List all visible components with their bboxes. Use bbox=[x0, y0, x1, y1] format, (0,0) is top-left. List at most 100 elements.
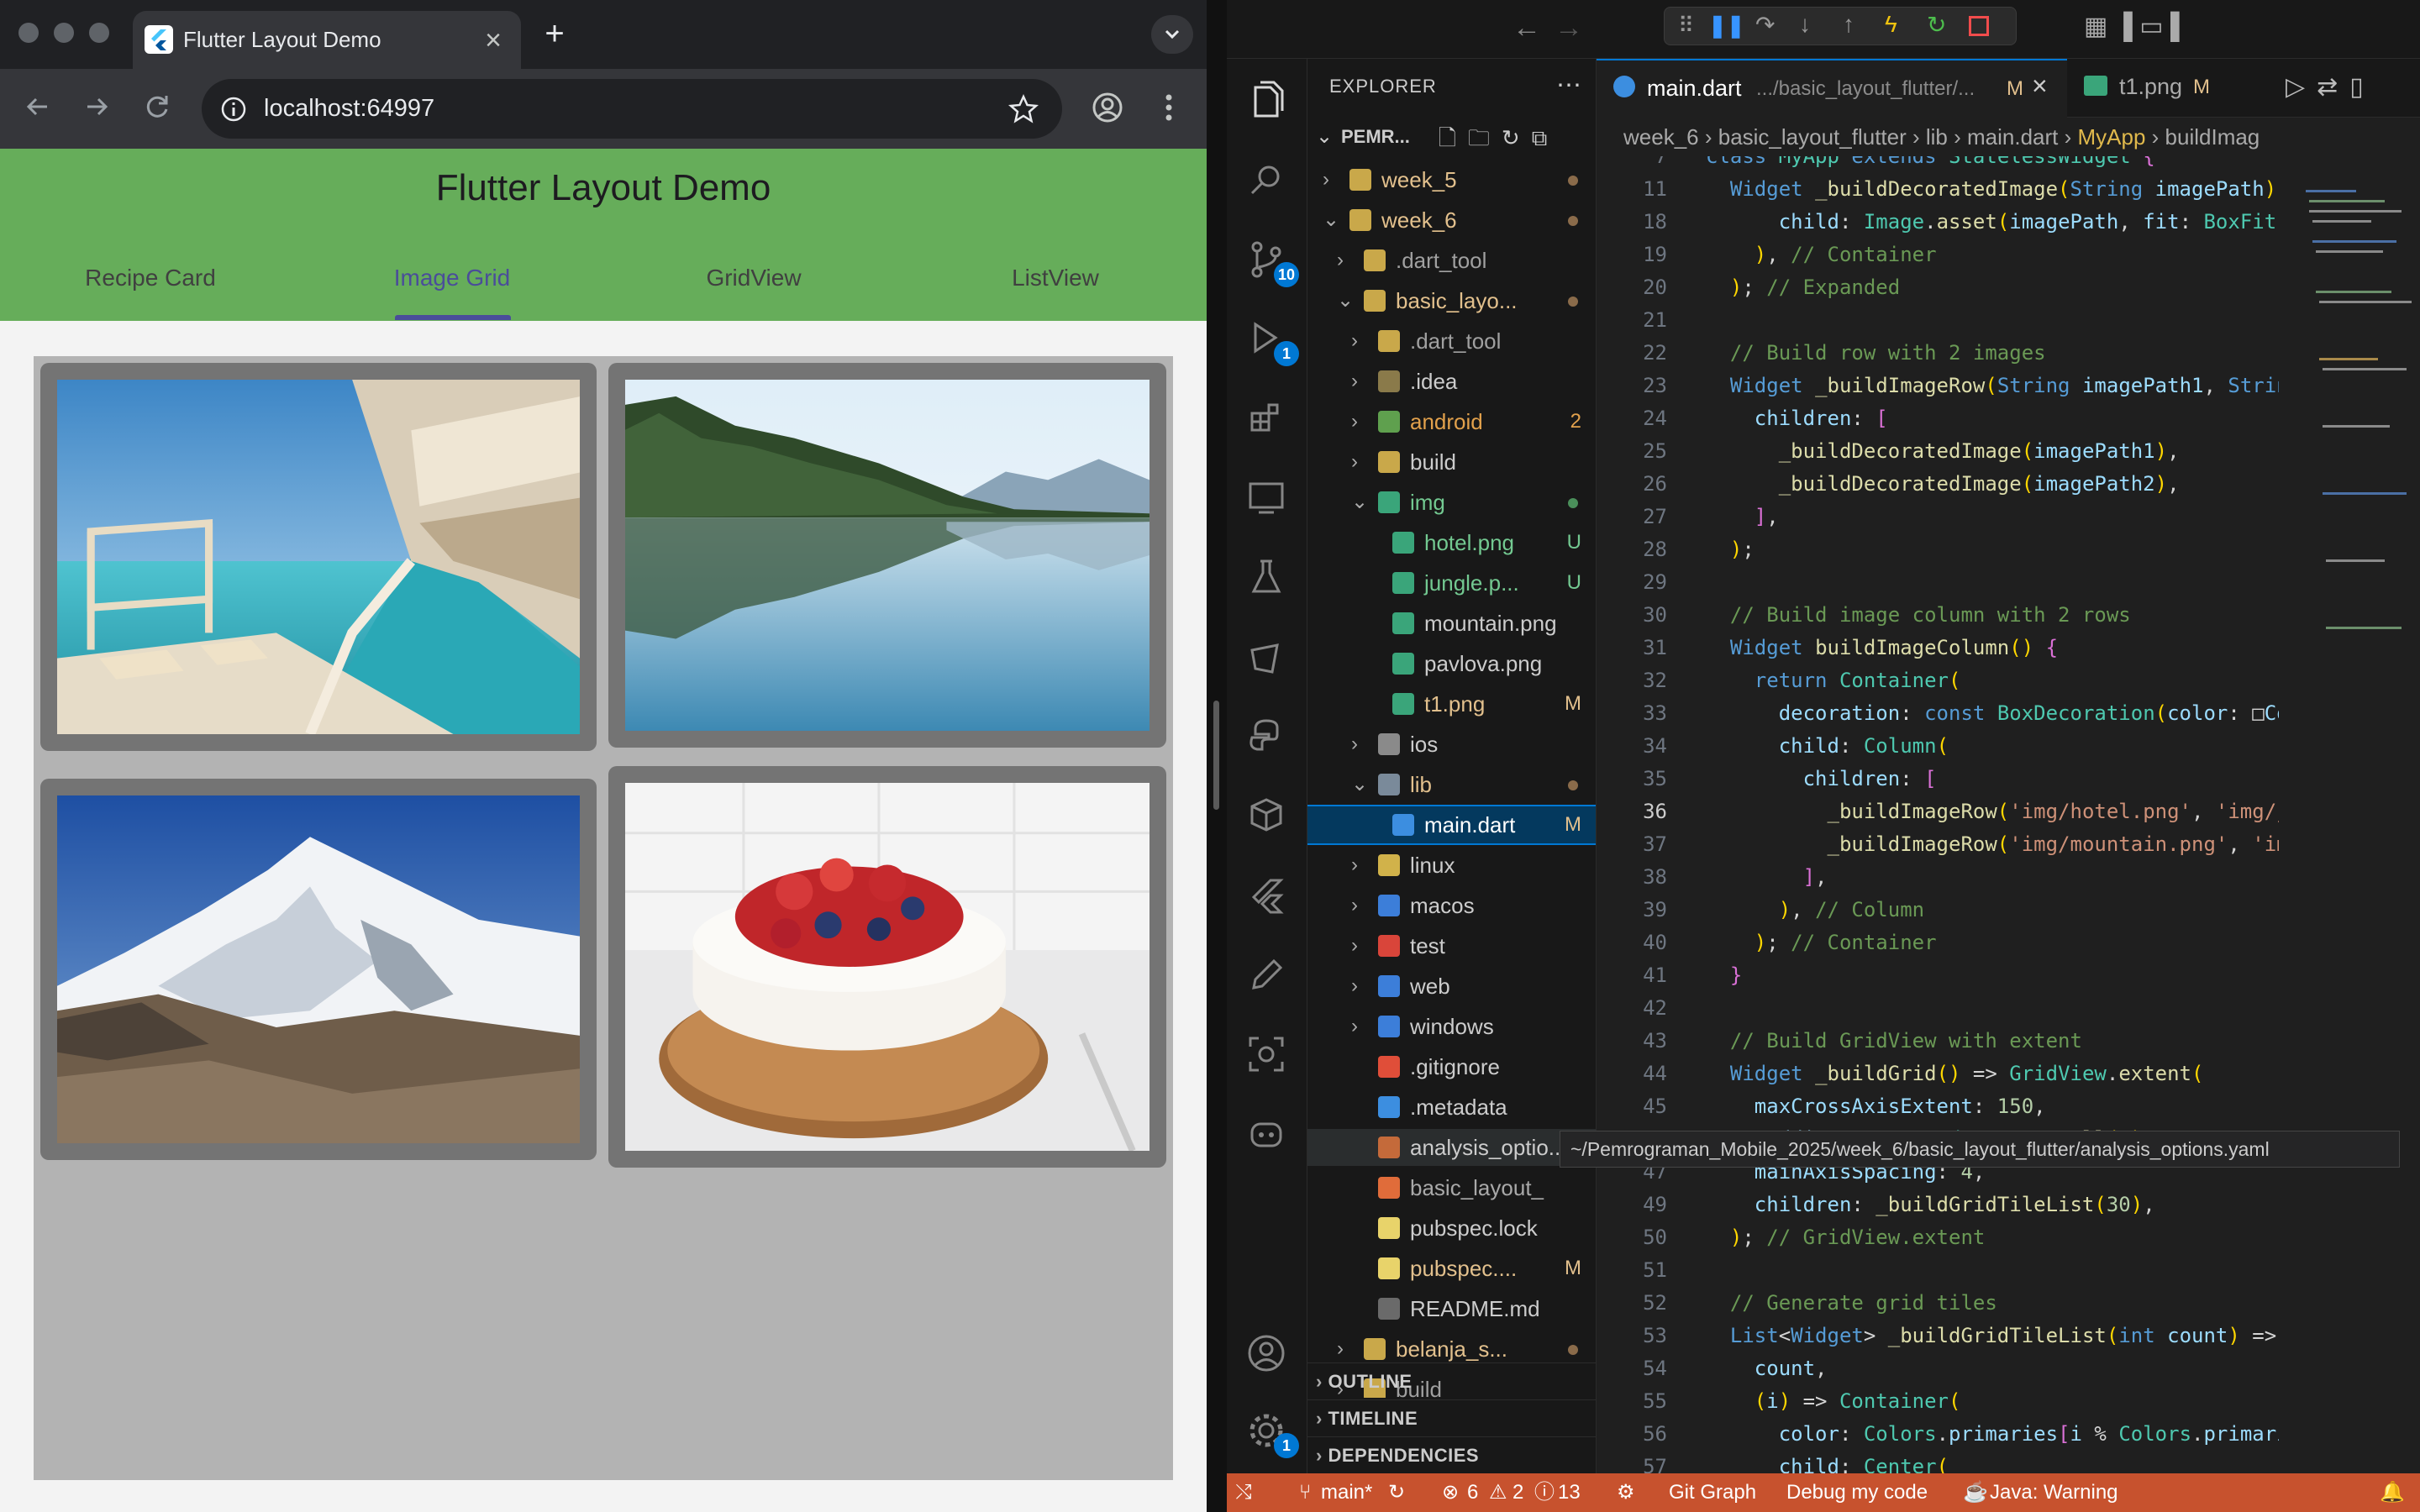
step-over-icon[interactable]: ↷ bbox=[1755, 11, 1775, 39]
chevron-right-icon[interactable]: › bbox=[1351, 927, 1371, 964]
error-count[interactable]: 6 bbox=[1467, 1473, 1478, 1512]
tree-item[interactable]: › macos bbox=[1307, 887, 1596, 924]
address-bar[interactable]: localhost:64997 bbox=[202, 79, 1062, 139]
tree-item[interactable]: basic_layout_ bbox=[1307, 1169, 1596, 1206]
code-line[interactable]: decoration: const BoxDecoration(color: □… bbox=[1706, 701, 2279, 725]
nav-back-icon[interactable]: ← bbox=[1512, 13, 1541, 42]
tab-image-grid[interactable]: Image Grid bbox=[302, 265, 602, 291]
browser-tab[interactable]: Flutter Layout Demo × bbox=[133, 11, 521, 69]
tab-listview[interactable]: ListView bbox=[905, 265, 1206, 291]
window-zoom-light[interactable] bbox=[89, 23, 109, 43]
chevron-right-icon[interactable]: › bbox=[1351, 968, 1371, 1005]
code-line[interactable]: child: Image.asset(imagePath, fit: BoxFi… bbox=[1706, 210, 2279, 234]
code-line[interactable]: color: Colors.primaries[i % Colors.prima… bbox=[1706, 1422, 2279, 1446]
code-line[interactable]: _buildDecoratedImage(imagePath1), bbox=[1706, 439, 2180, 463]
extensions-icon[interactable] bbox=[1244, 395, 1289, 440]
reload-icon[interactable] bbox=[134, 84, 180, 129]
more-actions-icon[interactable]: ⋯ bbox=[1556, 71, 1581, 100]
layout-icons[interactable]: ▦ ▐ ▭ ▌ bbox=[2084, 12, 2188, 41]
scan-icon[interactable] bbox=[1244, 1032, 1289, 1077]
chevron-down-icon[interactable]: ⌄ bbox=[1351, 766, 1371, 803]
bookmark-star-icon[interactable] bbox=[1007, 92, 1040, 126]
tab-recipe-card[interactable]: Recipe Card bbox=[0, 265, 301, 291]
tree-item[interactable]: › .dart_tool bbox=[1307, 242, 1596, 279]
tree-item[interactable]: › test bbox=[1307, 927, 1596, 964]
tree-item[interactable]: t1.png M bbox=[1307, 685, 1596, 722]
explorer-icon[interactable] bbox=[1244, 79, 1289, 124]
step-into-icon[interactable]: ↓ bbox=[1799, 11, 1811, 38]
forward-icon[interactable] bbox=[74, 84, 119, 129]
tree-item[interactable]: ⌄ img bbox=[1307, 484, 1596, 521]
chevron-down-icon[interactable]: ⌄ bbox=[1337, 282, 1357, 319]
copilot-icon[interactable] bbox=[1244, 1110, 1289, 1156]
tree-item[interactable]: › build bbox=[1307, 444, 1596, 480]
chevron-right-icon[interactable]: › bbox=[1323, 155, 1343, 158]
tree-item[interactable]: › ios bbox=[1307, 726, 1596, 763]
testing-icon[interactable] bbox=[1244, 554, 1289, 600]
code-line[interactable]: maxCrossAxisExtent: 150, bbox=[1706, 1095, 2046, 1118]
tree-item[interactable]: ⌄ basic_layo... bbox=[1307, 282, 1596, 319]
drag-handle-icon[interactable]: ⠿ bbox=[1678, 13, 1694, 39]
tree-item[interactable]: mountain.png bbox=[1307, 605, 1596, 642]
tab-search-button[interactable] bbox=[1151, 15, 1193, 54]
code-line[interactable]: // Generate grid tiles bbox=[1706, 1291, 1997, 1315]
crumb-week6[interactable]: week_6 bbox=[1623, 124, 1699, 150]
editor-tab-t1-png[interactable]: t1.png M bbox=[2067, 59, 2269, 118]
split-handle[interactable] bbox=[1213, 701, 1219, 810]
tree-item[interactable]: pubspec.... M bbox=[1307, 1250, 1596, 1287]
crumb-class[interactable]: MyApp bbox=[2078, 124, 2146, 150]
code-line[interactable]: // Build row with 2 images bbox=[1706, 341, 2046, 365]
code-line[interactable]: ); bbox=[1706, 538, 1754, 561]
code-line[interactable]: List<Widget> _buildGridTileList(int coun… bbox=[1706, 1324, 2279, 1347]
nav-forward-icon[interactable]: → bbox=[1555, 13, 1583, 42]
code-line[interactable]: children: [ bbox=[1706, 767, 1937, 790]
code-line[interactable]: } bbox=[1706, 963, 1742, 987]
chevron-right-icon[interactable]: › bbox=[1351, 444, 1371, 480]
code-line[interactable]: ], bbox=[1706, 505, 1779, 528]
tree-item[interactable]: pavlova.png bbox=[1307, 645, 1596, 682]
code-line[interactable]: _buildImageRow('img/hotel.png', 'img/ju bbox=[1706, 800, 2280, 823]
chevron-right-icon[interactable]: › bbox=[1351, 726, 1371, 763]
dependencies-section[interactable]: › DEPENDENCIES bbox=[1307, 1436, 1596, 1473]
code-line[interactable]: // Build GridView with extent bbox=[1706, 1029, 2082, 1053]
tab-gridview[interactable]: GridView bbox=[603, 265, 904, 291]
code-line[interactable]: Widget buildImageColumn() { bbox=[1706, 636, 2058, 659]
window-close-light[interactable] bbox=[18, 23, 39, 43]
chevron-right-icon[interactable]: › bbox=[1351, 403, 1371, 440]
tree-item[interactable]: jungle.p... U bbox=[1307, 564, 1596, 601]
tree-item[interactable]: analysis_optio... bbox=[1307, 1129, 1596, 1166]
tree-item[interactable]: hotel.png U bbox=[1307, 524, 1596, 561]
timeline-section[interactable]: › TIMELINE bbox=[1307, 1399, 1596, 1436]
hot-reload-icon[interactable]: ϟ bbox=[1885, 11, 1897, 38]
restart-icon[interactable]: ↻ bbox=[1927, 11, 1946, 39]
remote-explorer-icon[interactable] bbox=[1244, 475, 1289, 521]
sync-icon[interactable]: ↻ bbox=[1388, 1473, 1405, 1512]
tree-item[interactable]: › .dart_tool bbox=[1307, 323, 1596, 360]
code-line[interactable]: ], bbox=[1706, 865, 1828, 889]
git-graph-item[interactable]: Git Graph bbox=[1669, 1473, 1756, 1512]
code-line[interactable]: Widget _buildDecoratedImage(String image… bbox=[1706, 177, 2279, 201]
java-status[interactable]: Java: Warning bbox=[1990, 1473, 2118, 1512]
branch-name[interactable]: main* bbox=[1321, 1473, 1372, 1512]
tree-item[interactable]: › android 2 bbox=[1307, 403, 1596, 440]
project-header[interactable]: ⌄ PEMR... 🗋🗀↻⧉ bbox=[1307, 118, 1596, 155]
crumb-project[interactable]: basic_layout_flutter bbox=[1718, 124, 1907, 150]
chevron-right-icon[interactable]: › bbox=[1351, 887, 1371, 924]
code-line[interactable]: child: Column( bbox=[1706, 734, 1949, 758]
tree-item[interactable]: › week_4 bbox=[1307, 155, 1596, 158]
close-tab-icon[interactable]: × bbox=[481, 26, 506, 55]
close-tab-icon[interactable]: × bbox=[2032, 71, 2048, 102]
browser-menu-icon[interactable] bbox=[1156, 89, 1181, 126]
chevron-right-icon[interactable]: › bbox=[1351, 847, 1371, 884]
pause-icon[interactable]: ❚❚ bbox=[1708, 13, 1745, 39]
code-line[interactable]: // Build image column with 2 rows bbox=[1706, 603, 2131, 627]
flutter-icon[interactable] bbox=[1244, 874, 1289, 919]
python-icon[interactable] bbox=[1244, 714, 1289, 759]
code-editor[interactable]: 7 class MyApp extends StatelessWidget {11… bbox=[1597, 156, 2279, 1473]
code-line[interactable]: children: _buildGridTileList(30), bbox=[1706, 1193, 2155, 1216]
info-count[interactable]: 13 bbox=[1558, 1473, 1581, 1512]
crumb-method[interactable]: buildImag bbox=[2165, 124, 2260, 150]
code-line[interactable]: ); // Expanded bbox=[1706, 276, 1900, 299]
tree-item[interactable]: main.dart M bbox=[1307, 805, 1596, 845]
chevron-down-icon[interactable]: ⌄ bbox=[1351, 484, 1371, 521]
